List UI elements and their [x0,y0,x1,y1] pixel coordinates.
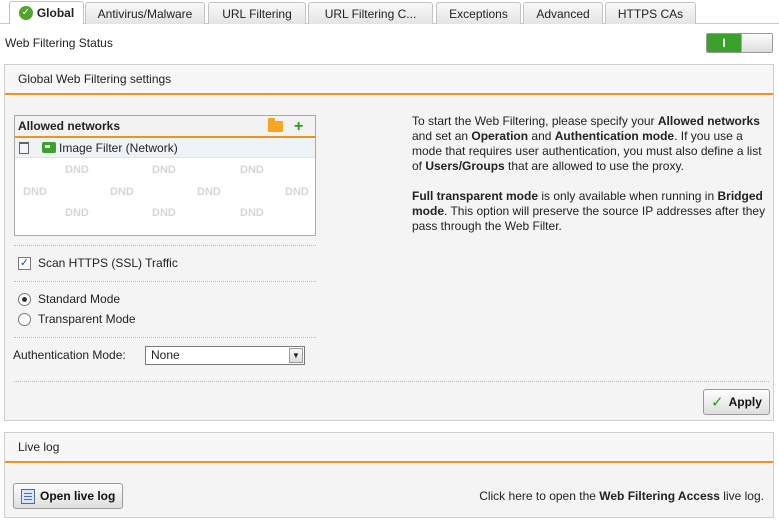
dnd-watermark: DND [152,207,176,219]
open-live-log-label: Open live log [40,489,116,503]
check-icon: ✓ [711,394,724,411]
authentication-mode-value: None [151,348,180,362]
global-settings-panel: Global Web Filtering settings Allowed ne… [4,64,774,421]
help-text-run: Authentication mode [554,129,675,143]
live-log-description: Click here to open the Web Filtering Acc… [479,489,764,503]
tab-exceptions[interactable]: Exceptions [436,2,521,24]
help-paragraph-1: To start the Web Filtering, please speci… [412,114,772,174]
help-text: To start the Web Filtering, please speci… [412,114,772,249]
apply-button[interactable]: ✓ Apply [703,389,770,415]
open-live-log-button[interactable]: Open live log [13,483,124,509]
help-text-run: To start the Web Filtering, please speci… [412,114,658,128]
panel-title: Global Web Filtering settings [5,65,773,95]
help-text-run: Users/Groups [425,159,505,173]
dnd-watermark: DND [23,186,47,198]
web-filtering-status-toggle[interactable]: I [706,33,773,53]
tab-url-filtering[interactable]: URL Filtering [208,2,306,24]
standard-mode-label: Standard Mode [38,292,121,306]
network-list-item[interactable]: Image Filter (Network) [15,138,315,158]
divider [14,245,316,246]
chevron-down-icon[interactable]: ▼ [289,348,303,363]
live-log-panel: Live log Open live log Click here to ope… [4,432,774,518]
apply-button-label: Apply [728,395,762,409]
tab-label: Global [36,6,75,20]
tab-label: Advanced [536,6,590,21]
live-log-text-run: live log. [719,489,764,503]
dnd-watermark: DND [240,164,264,176]
check-icon: ✓ [18,6,33,20]
tab-antivirus-malware[interactable]: Antivirus/Malware [85,2,205,24]
scan-https-checkbox[interactable]: ✓ [18,257,31,270]
help-text-run: . This option will preserve the source I… [412,204,766,233]
divider [14,281,316,282]
dnd-watermark: DND [240,207,264,219]
network-icon [42,142,56,153]
help-text-run: is only available when running in [538,189,718,203]
divider [14,337,316,338]
toggle-knob [741,34,772,52]
transparent-mode-label: Transparent Mode [38,312,136,326]
toggle-on-indicator: I [707,34,741,52]
live-log-text-run: Click here to open the [479,489,600,503]
trash-icon[interactable] [19,142,29,154]
dnd-watermark: DND [65,164,89,176]
drop-area[interactable]: DND DND DND DND DND DND DND DND DND DND [15,158,315,232]
dnd-watermark: DND [197,186,221,198]
help-text-run: and [528,129,555,143]
tab-global[interactable]: ✓ Global [9,1,84,24]
tab-advanced[interactable]: Advanced [523,2,603,24]
help-text-run: that are allowed to use the proxy. [504,159,684,173]
live-log-text-run: Web Filtering Access [599,489,720,503]
help-text-run: Full transparent mode [412,189,539,203]
dnd-watermark: DND [110,186,134,198]
tab-https-cas[interactable]: HTTPS CAs [605,2,696,24]
tab-label: URL Filtering C... [324,6,417,21]
standard-mode-radio[interactable] [18,293,31,306]
tab-label: Exceptions [449,6,508,21]
help-paragraph-2: Full transparent mode is only available … [412,189,772,234]
tab-bar: ✓ Global Antivirus/Malware URL Filtering… [0,0,779,24]
dnd-watermark: DND [152,164,176,176]
add-icon[interactable]: + [294,116,303,137]
dnd-watermark: DND [65,207,89,219]
transparent-mode-radio[interactable] [18,313,31,326]
authentication-mode-label: Authentication Mode: [13,348,126,362]
divider [14,381,769,382]
web-filtering-status-label: Web Filtering Status [5,36,113,50]
tab-label: Antivirus/Malware [97,6,193,21]
panel-title: Live log [5,433,773,463]
folder-icon[interactable] [268,118,283,132]
help-text-run: and set an [412,129,472,143]
help-text-run: Operation [471,129,529,143]
authentication-mode-select[interactable]: None ▼ [145,346,305,365]
allowed-networks-title: Allowed networks [18,119,121,133]
log-file-icon [21,488,35,504]
allowed-networks-header: Allowed networks + [15,116,315,138]
allowed-networks-box: Allowed networks + Image Filter (Network… [14,115,316,236]
tab-label: URL Filtering [222,6,292,21]
scan-https-label: Scan HTTPS (SSL) Traffic [38,256,178,270]
tab-url-filtering-categories[interactable]: URL Filtering C... [308,2,433,24]
network-item-label: Image Filter (Network) [59,141,178,155]
tab-label: HTTPS CAs [617,6,684,21]
dnd-watermark: DND [285,186,309,198]
help-text-run: Allowed networks [657,114,760,128]
